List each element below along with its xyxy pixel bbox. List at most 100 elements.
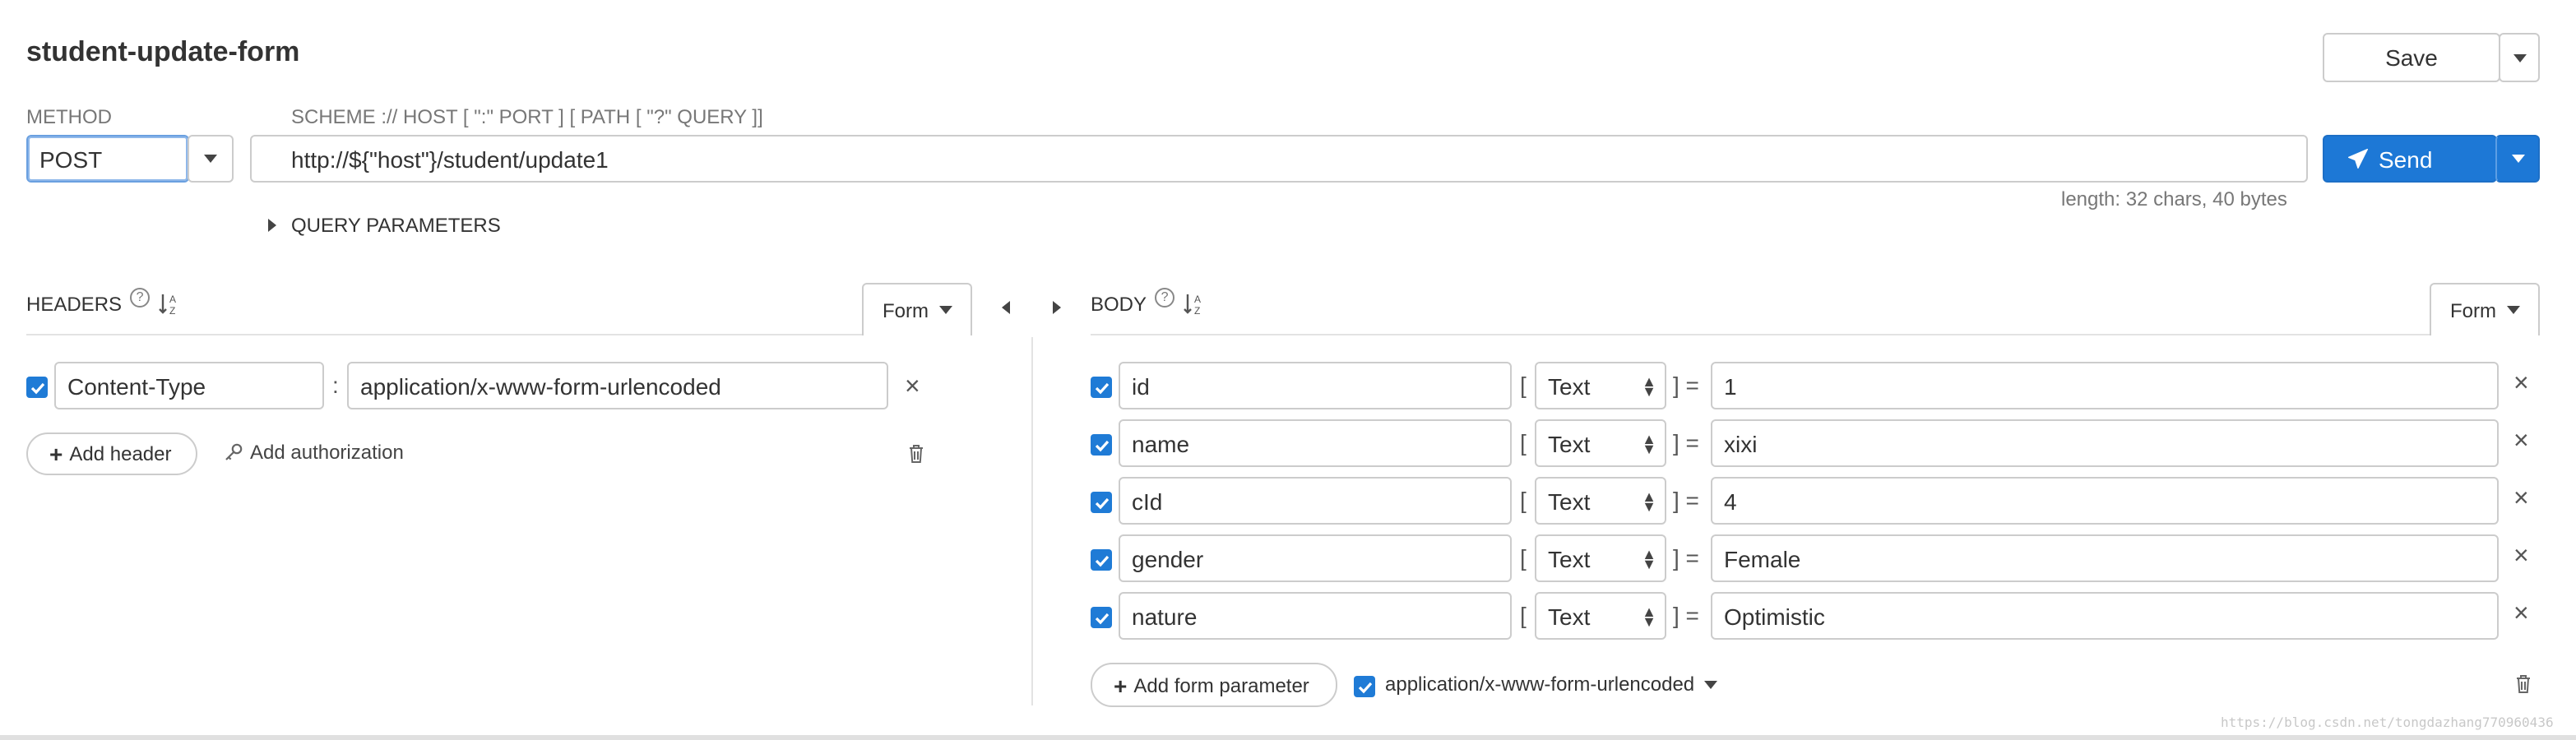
checkmark-icon bbox=[1094, 497, 1109, 509]
add-header-label: Add header bbox=[69, 442, 172, 465]
param-type-select[interactable]: Text ▲ ▼ bbox=[1535, 592, 1666, 640]
content-type-checkbox[interactable] bbox=[1354, 676, 1375, 697]
send-button-label: Send bbox=[2379, 146, 2433, 172]
collapse-right-toggle[interactable] bbox=[1053, 301, 1061, 314]
checkmark-icon bbox=[1094, 382, 1109, 394]
collapse-left-toggle[interactable] bbox=[1002, 301, 1010, 314]
bracket-equals: ] = bbox=[1673, 487, 1699, 513]
param-value: xixi bbox=[1724, 430, 1758, 456]
method-label: METHOD bbox=[26, 105, 112, 128]
body-form-dropdown[interactable]: Form bbox=[2430, 283, 2540, 335]
body-label: BODY bbox=[1091, 293, 1147, 316]
save-options-button[interactable] bbox=[2499, 33, 2540, 82]
param-enabled-checkbox[interactable] bbox=[1091, 549, 1112, 571]
remove-param-icon[interactable]: × bbox=[2513, 601, 2529, 628]
chevron-down-icon bbox=[2506, 306, 2519, 314]
caret-right-icon bbox=[1053, 301, 1061, 314]
bracket-equals: ] = bbox=[1673, 544, 1699, 571]
param-value-input[interactable]: 1 bbox=[1711, 362, 2499, 409]
panel-splitter[interactable] bbox=[1031, 337, 1033, 705]
page-title: student-update-form bbox=[26, 36, 300, 67]
paper-plane-icon bbox=[2347, 148, 2369, 169]
sort-icon[interactable]: A Z bbox=[1183, 293, 1206, 316]
headers-divider bbox=[26, 334, 972, 335]
param-type: Text bbox=[1548, 430, 1591, 456]
checkmark-icon bbox=[1094, 439, 1109, 451]
content-type-dropdown[interactable]: application/x-www-form-urlencoded bbox=[1385, 673, 1718, 696]
headers-label: HEADERS bbox=[26, 293, 123, 316]
param-key-input[interactable]: nature bbox=[1119, 592, 1512, 640]
param-type-select[interactable]: Text ▲ ▼ bbox=[1535, 419, 1666, 467]
help-icon[interactable]: ? bbox=[1155, 288, 1175, 308]
param-key-input[interactable]: name bbox=[1119, 419, 1512, 467]
svg-text:A: A bbox=[1194, 294, 1201, 305]
sort-icon[interactable]: A Z bbox=[158, 293, 181, 316]
param-key-input[interactable]: gender bbox=[1119, 534, 1512, 582]
add-authorization-label: Add authorization bbox=[250, 441, 404, 464]
remove-param-icon[interactable]: × bbox=[2513, 428, 2529, 456]
add-authorization-link[interactable]: Add authorization bbox=[224, 441, 404, 464]
caret-right-icon bbox=[268, 219, 276, 232]
method-dropdown-button[interactable] bbox=[188, 135, 234, 183]
param-enabled-checkbox[interactable] bbox=[1091, 377, 1112, 398]
remove-header-icon[interactable]: × bbox=[905, 374, 920, 401]
param-enabled-checkbox[interactable] bbox=[1091, 607, 1112, 628]
bracket-equals: ] = bbox=[1673, 372, 1699, 398]
param-value: Female bbox=[1724, 545, 1801, 571]
sort-updown-icon: ▲ ▼ bbox=[1642, 372, 1656, 399]
checkmark-icon bbox=[1094, 612, 1109, 624]
sort-updown-icon: ▲ ▼ bbox=[1642, 603, 1656, 629]
chevron-down-icon bbox=[2511, 155, 2524, 163]
param-key-input[interactable]: cId bbox=[1119, 477, 1512, 525]
add-form-parameter-button[interactable]: + Add form parameter bbox=[1091, 663, 1337, 707]
header-value-value: application/x-www-form-urlencoded bbox=[360, 372, 721, 399]
param-key: name bbox=[1132, 430, 1190, 456]
header-key-input[interactable]: Content-Type bbox=[54, 362, 324, 409]
method-select[interactable]: POST bbox=[26, 135, 189, 183]
param-key-input[interactable]: id bbox=[1119, 362, 1512, 409]
header-enabled-checkbox[interactable] bbox=[26, 377, 48, 398]
header-value-input[interactable]: application/x-www-form-urlencoded bbox=[347, 362, 888, 409]
trash-icon[interactable] bbox=[2515, 674, 2532, 694]
headers-form-dropdown[interactable]: Form bbox=[862, 283, 972, 335]
param-value-input[interactable]: 4 bbox=[1711, 477, 2499, 525]
remove-param-icon[interactable]: × bbox=[2513, 371, 2529, 398]
remove-param-icon[interactable]: × bbox=[2513, 543, 2529, 571]
headers-form-label: Form bbox=[883, 298, 929, 321]
plus-icon: + bbox=[49, 441, 63, 467]
url-input[interactable]: http://${"host"}/student/update1 bbox=[250, 135, 2308, 183]
add-header-button[interactable]: + Add header bbox=[26, 432, 197, 475]
send-options-button[interactable] bbox=[2495, 135, 2540, 183]
param-value-input[interactable]: xixi bbox=[1711, 419, 2499, 467]
help-icon[interactable]: ? bbox=[130, 288, 151, 308]
key-icon bbox=[225, 443, 243, 460]
param-type-select[interactable]: Text ▲ ▼ bbox=[1535, 362, 1666, 409]
svg-text:A: A bbox=[169, 294, 176, 305]
param-enabled-checkbox[interactable] bbox=[1091, 492, 1112, 513]
param-key: nature bbox=[1132, 603, 1198, 629]
send-button[interactable]: Send bbox=[2323, 135, 2497, 183]
caret-left-icon bbox=[1002, 301, 1010, 314]
trash-icon[interactable] bbox=[908, 444, 924, 464]
chevron-down-icon bbox=[204, 155, 217, 163]
param-value: 4 bbox=[1724, 488, 1737, 514]
chevron-down-icon bbox=[938, 306, 952, 314]
url-value: http://${"host"}/student/update1 bbox=[291, 146, 609, 172]
param-type-select[interactable]: Text ▲ ▼ bbox=[1535, 477, 1666, 525]
checkmark-icon bbox=[1357, 681, 1372, 693]
bottom-border bbox=[0, 735, 2576, 740]
param-value-input[interactable]: Female bbox=[1711, 534, 2499, 582]
param-type-select[interactable]: Text ▲ ▼ bbox=[1535, 534, 1666, 582]
remove-param-icon[interactable]: × bbox=[2513, 486, 2529, 513]
save-button[interactable]: Save bbox=[2323, 33, 2500, 82]
bracket-equals: ] = bbox=[1673, 429, 1699, 456]
content-type-value: application/x-www-form-urlencoded bbox=[1385, 673, 1695, 696]
url-length-info: length: 32 chars, 40 bytes bbox=[2061, 187, 2287, 210]
param-type: Text bbox=[1548, 603, 1591, 629]
param-enabled-checkbox[interactable] bbox=[1091, 434, 1112, 456]
param-value-input[interactable]: Optimistic bbox=[1711, 592, 2499, 640]
header-key-value: Content-Type bbox=[67, 372, 206, 399]
add-form-parameter-label: Add form parameter bbox=[1133, 673, 1309, 696]
plus-icon: + bbox=[1114, 672, 1128, 698]
query-parameters-toggle[interactable]: QUERY PARAMETERS bbox=[268, 214, 501, 237]
